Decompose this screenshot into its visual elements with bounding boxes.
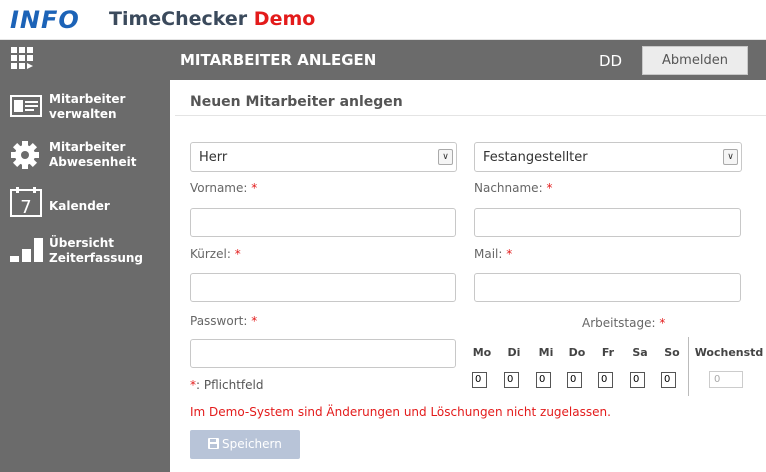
form-heading: Neuen Mitarbeiter anlegen [190, 94, 403, 110]
day-input-mi[interactable]: 0 [536, 372, 551, 388]
employment-type-select[interactable]: Festangestellter ∨ [474, 142, 742, 172]
id-card-icon [10, 94, 42, 121]
sidebar-item-label: Mitarbeiter verwalten [49, 92, 126, 121]
app-title: TimeChecker Demo [109, 8, 315, 30]
day-input-mo[interactable]: 0 [472, 372, 487, 388]
sidebar-item-label: Kalender [49, 199, 110, 213]
app-title-demo: Demo [253, 8, 316, 30]
svg-text:INFO: INFO [10, 7, 80, 31]
save-button-label: Speichern [222, 437, 282, 451]
save-button[interactable]: Speichern [190, 430, 300, 459]
sidebar-item-label: Mitarbeiter Abwesenheit [49, 140, 137, 169]
nachname-input[interactable] [474, 208, 741, 237]
salutation-select[interactable]: Herr ∨ [190, 142, 457, 172]
kuerzel-label: Kürzel: * [190, 247, 241, 261]
day-header-so: So [664, 346, 680, 359]
day-header-di: Di [507, 346, 521, 359]
salutation-value: Herr [199, 150, 228, 165]
page-title: MITARBEITER ANLEGEN [180, 51, 377, 69]
pflichtfeld-note: *: Pflichtfeld [190, 378, 264, 392]
sidebar-item-label: Übersicht Zeiterfassung [49, 236, 144, 265]
wochenstd-header: Wochenstd [694, 346, 764, 359]
calendar-day-number: 7 [20, 197, 31, 217]
vorname-label: Vorname: * [190, 181, 258, 195]
calendar-icon: 7 [10, 187, 42, 220]
day-header-sa: Sa [632, 346, 648, 359]
app-header: INFO TimeChecker Demo [0, 0, 766, 40]
sidebar-item-uebersicht-zeiterfassung[interactable]: Übersicht Zeiterfassung [0, 236, 170, 276]
bar-chart-icon [10, 236, 44, 269]
vorname-input[interactable] [190, 208, 456, 237]
day-input-sa[interactable]: 0 [630, 372, 645, 388]
page-header-bar: MITARBEITER ANLEGEN DD Abmelden [170, 40, 766, 80]
gear-icon [11, 141, 39, 172]
divider [688, 337, 689, 396]
passwort-input[interactable] [190, 339, 456, 368]
mail-label: Mail: * [474, 247, 513, 261]
kuerzel-input[interactable] [190, 273, 456, 302]
user-initials: DD [599, 52, 623, 70]
passwort-label: Passwort: * [190, 314, 258, 328]
logout-button[interactable]: Abmelden [642, 46, 748, 75]
chevron-down-icon: ∨ [723, 149, 738, 165]
demo-warning: Im Demo-System sind Änderungen und Lösch… [190, 405, 611, 419]
app-title-main: TimeChecker [109, 8, 248, 30]
day-input-di[interactable]: 0 [504, 372, 519, 388]
day-input-fr[interactable]: 0 [598, 372, 613, 388]
sidebar-item-kalender[interactable]: 7 Kalender [0, 187, 170, 231]
day-input-do[interactable]: 0 [567, 372, 582, 388]
arbeitstage-label: Arbeitstage: * [582, 316, 666, 330]
employment-type-value: Festangestellter [483, 150, 588, 165]
wochenstd-input[interactable]: 0 [709, 371, 743, 388]
menu-grid-icon[interactable] [11, 47, 33, 72]
divider [175, 115, 766, 116]
chevron-down-icon: ∨ [438, 149, 453, 165]
day-input-so[interactable]: 0 [661, 372, 676, 388]
sidebar: Mitarbeiter verwalten Mitarbeiter Abwese… [0, 40, 170, 472]
mail-input[interactable] [474, 273, 741, 302]
sidebar-item-mitarbeiter-verwalten[interactable]: Mitarbeiter verwalten [0, 92, 170, 132]
floppy-disk-icon [208, 438, 219, 449]
day-header-mi: Mi [538, 346, 554, 359]
info-logo: INFO [10, 7, 80, 31]
nachname-label: Nachname: * [474, 181, 553, 195]
day-header-fr: Fr [601, 346, 615, 359]
sidebar-item-mitarbeiter-abwesenheit[interactable]: Mitarbeiter Abwesenheit [0, 140, 170, 180]
day-header-do: Do [568, 346, 586, 359]
day-header-mo: Mo [472, 346, 492, 359]
